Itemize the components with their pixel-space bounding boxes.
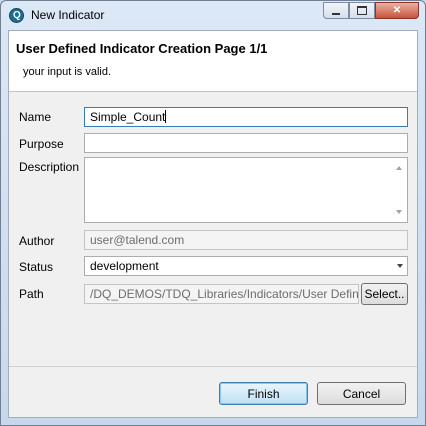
status-value: development (90, 259, 159, 273)
wizard-header: User Defined Indicator Creation Page 1/1… (9, 31, 417, 92)
purpose-label: Purpose (19, 137, 64, 151)
new-indicator-dialog: Q New Indicator ✕ User Defined Indicator… (0, 0, 426, 426)
chevron-down-icon (397, 264, 403, 268)
window-title: New Indicator (31, 8, 105, 22)
author-field: user@talend.com (84, 230, 408, 250)
finish-button[interactable]: Finish (219, 382, 308, 405)
description-label: Description (19, 160, 80, 174)
purpose-field[interactable] (84, 133, 408, 153)
scroll-up-icon[interactable] (396, 166, 402, 170)
select-path-button[interactable]: Select.. (361, 283, 408, 305)
maximize-icon (357, 6, 367, 15)
status-dropdown[interactable]: development (84, 256, 408, 276)
text-cursor (165, 110, 167, 123)
close-icon: ✕ (392, 5, 402, 16)
description-scrollbar[interactable] (392, 158, 407, 222)
scroll-down-icon[interactable] (396, 210, 402, 214)
minimize-icon (332, 12, 340, 15)
talend-q-icon: Q (9, 8, 24, 23)
title-bar: Q New Indicator ✕ (1, 1, 425, 29)
minimize-button[interactable] (323, 2, 349, 19)
status-label: Status (19, 260, 54, 274)
description-field[interactable] (84, 157, 408, 223)
path-field: /DQ_DEMOS/TDQ_Libraries/Indicators/User … (84, 284, 359, 304)
cancel-button[interactable]: Cancel (317, 382, 406, 405)
name-field[interactable]: Simple_Count (84, 107, 408, 127)
button-bar-divider (9, 366, 417, 367)
path-label: Path (19, 287, 44, 301)
name-value: Simple_Count (90, 110, 166, 124)
validation-message: your input is valid. (23, 66, 112, 78)
dialog-body: User Defined Indicator Creation Page 1/1… (8, 30, 418, 418)
close-button[interactable]: ✕ (375, 2, 419, 19)
author-label: Author (19, 234, 55, 248)
wizard-title: User Defined Indicator Creation Page 1/1 (16, 41, 268, 56)
name-label: Name (19, 110, 52, 124)
maximize-button[interactable] (349, 2, 375, 19)
window-controls: ✕ (323, 2, 419, 20)
